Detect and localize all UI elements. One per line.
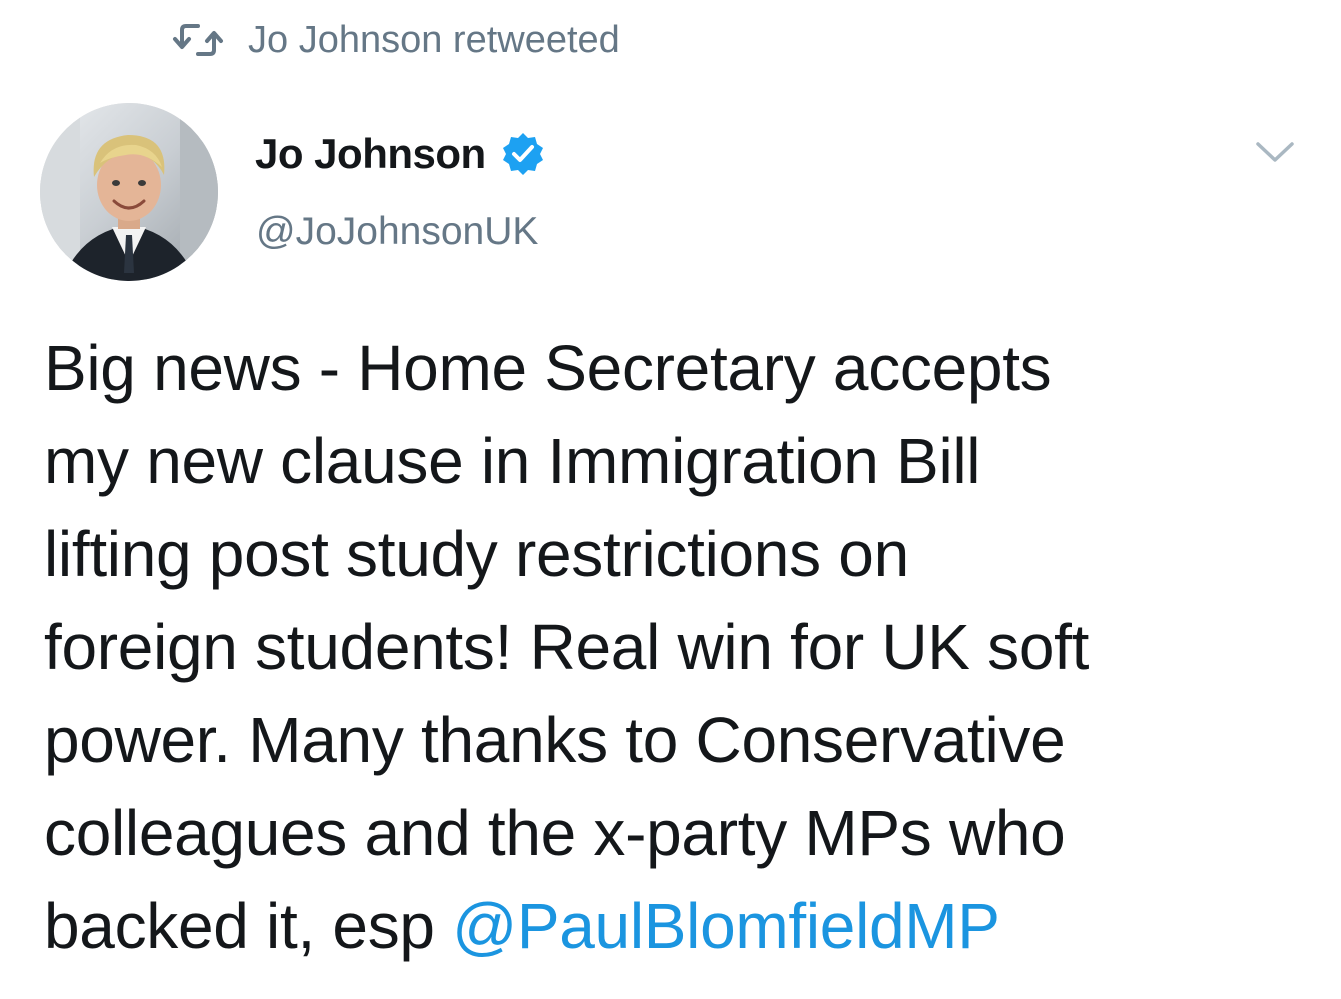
avatar[interactable] bbox=[40, 103, 218, 281]
mention-link[interactable]: @PaulBlomfieldMP bbox=[452, 890, 1000, 962]
tweet-text: Big news - Home Secretary accepts my new… bbox=[44, 322, 1334, 973]
author-display-name[interactable]: Jo Johnson bbox=[255, 130, 486, 178]
author-handle[interactable]: @JoJohnsonUK bbox=[256, 210, 538, 254]
tweet-body: Big news - Home Secretary accepts my new… bbox=[44, 332, 1090, 962]
retweet-label[interactable]: Jo Johnson retweeted bbox=[248, 19, 620, 62]
verified-badge-icon bbox=[500, 131, 546, 177]
retweet-context: Jo Johnson retweeted bbox=[172, 16, 620, 64]
author-name-row[interactable]: Jo Johnson bbox=[255, 124, 546, 184]
retweet-icon bbox=[172, 20, 224, 60]
chevron-down-icon[interactable] bbox=[1252, 134, 1298, 168]
profile-photo bbox=[40, 103, 218, 281]
